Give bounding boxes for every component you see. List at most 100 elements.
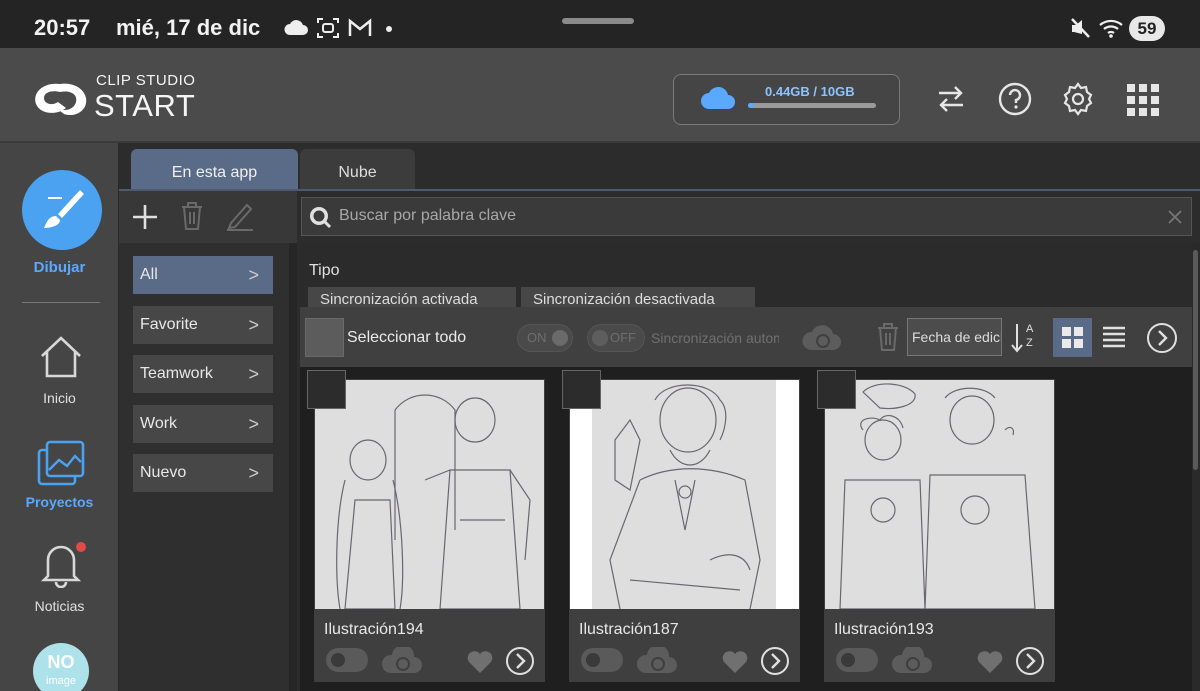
- tab-in-app[interactable]: En esta app: [131, 149, 298, 189]
- storage-usage-text: 0.44GB / 10GB: [765, 84, 855, 99]
- card-select-checkbox[interactable]: [817, 370, 856, 409]
- sort-dropdown[interactable]: Fecha de edición: [907, 318, 1002, 356]
- transfer-icon[interactable]: [935, 83, 967, 115]
- more-arrow-icon[interactable]: [1146, 322, 1178, 354]
- cloud-storage-icon: [701, 86, 735, 109]
- wifi-icon: [1099, 19, 1123, 38]
- avatar-subtext: image: [46, 675, 76, 687]
- card-sync-toggle[interactable]: [326, 648, 368, 672]
- apps-grid-icon[interactable]: [1126, 83, 1160, 117]
- card-sync-toggle[interactable]: [836, 648, 878, 672]
- folder-label: Nuevo: [140, 464, 187, 481]
- artwork-thumbnail[interactable]: [825, 380, 1054, 610]
- folder-label: Work: [140, 415, 178, 432]
- home-icon[interactable]: [38, 334, 84, 380]
- sketch-image: [570, 380, 799, 610]
- clip-studio-logo-icon: [35, 83, 87, 116]
- artwork-card[interactable]: Ilustración187: [569, 379, 800, 682]
- grid-view-icon: [1062, 327, 1083, 348]
- sync-off-toggle[interactable]: OFF: [587, 324, 645, 352]
- sync-on-toggle[interactable]: ON: [517, 324, 573, 352]
- status-date: mié, 17 de dic: [116, 15, 261, 40]
- toolbar-trash-icon[interactable]: [876, 322, 900, 352]
- toggle-knob: [552, 330, 568, 346]
- storage-bar-fill: [748, 103, 754, 108]
- heart-icon[interactable]: [976, 649, 1004, 675]
- filter-heading: Tipo: [309, 262, 340, 279]
- select-all-checkbox[interactable]: [305, 318, 344, 357]
- card-open-arrow-icon[interactable]: [1015, 646, 1045, 676]
- filter-chip-sync-on[interactable]: Sincronización activada: [308, 287, 516, 307]
- folder-favorite[interactable]: Favorite >: [133, 306, 273, 344]
- card-open-arrow-icon[interactable]: [760, 646, 790, 676]
- screenshot-icon: [317, 18, 339, 38]
- select-all-label: Seleccionar todo: [347, 329, 467, 346]
- status-bar: 20:57 mié, 17 de dic 59: [0, 0, 1200, 48]
- nav-draw-label: Dibujar: [33, 259, 86, 276]
- chevron-right-icon: >: [248, 315, 259, 335]
- artwork-title: Ilustración194: [324, 621, 424, 638]
- folder-teamwork[interactable]: Teamwork >: [133, 355, 273, 393]
- rail-divider: [22, 302, 100, 303]
- folder-all[interactable]: All >: [133, 256, 273, 294]
- search-icon: [310, 207, 332, 229]
- settings-gear-icon[interactable]: [1060, 81, 1096, 117]
- sketch-image: [825, 380, 1054, 610]
- scrollbar-thumb[interactable]: [1193, 250, 1198, 470]
- card-select-checkbox[interactable]: [307, 370, 346, 409]
- nav-projects-label: Proyectos: [25, 494, 94, 510]
- chevron-right-icon: >: [248, 265, 259, 285]
- toggle-knob: [592, 330, 608, 346]
- avatar[interactable]: NO image: [33, 643, 89, 691]
- gallery-icon[interactable]: [37, 440, 85, 488]
- trash-icon[interactable]: [180, 201, 204, 231]
- chevron-right-icon: >: [248, 463, 259, 483]
- grid-view-button[interactable]: [1053, 318, 1092, 357]
- artwork-thumbnail[interactable]: [570, 380, 799, 610]
- list-view-icon[interactable]: [1102, 326, 1126, 348]
- nav-news-label: Noticias: [34, 598, 85, 614]
- nav-home-label: Inicio: [43, 390, 76, 406]
- folder-nuevo[interactable]: Nuevo >: [133, 454, 273, 492]
- storage-bar: [748, 103, 876, 108]
- folder-work[interactable]: Work >: [133, 405, 273, 443]
- card-cloud-sync-icon[interactable]: [380, 647, 424, 675]
- mute-icon: [1071, 18, 1090, 38]
- edit-pencil-icon[interactable]: [225, 201, 255, 231]
- toggle-on-label: ON: [527, 330, 547, 345]
- filter-chip-sync-off[interactable]: Sincronización desactivada: [521, 287, 755, 307]
- status-time: 20:57: [34, 15, 91, 40]
- tab-cloud[interactable]: Nube: [300, 149, 415, 189]
- dot-icon: [386, 26, 392, 32]
- card-open-arrow-icon[interactable]: [505, 646, 535, 676]
- card-cloud-sync-icon[interactable]: [635, 647, 679, 675]
- card-cloud-sync-icon[interactable]: [890, 647, 934, 675]
- heart-icon[interactable]: [721, 649, 749, 675]
- sort-az-label: A Z: [1026, 323, 1033, 349]
- cloud-icon: [284, 20, 308, 35]
- nav-draw-button[interactable]: [22, 170, 102, 250]
- help-icon[interactable]: [997, 81, 1033, 117]
- artwork-title: Ilustración187: [579, 621, 679, 638]
- avatar-text: NO: [47, 652, 75, 672]
- folder-label: Favorite: [140, 316, 198, 333]
- auto-sync-label: Sincronización automática: [651, 330, 779, 346]
- artwork-card[interactable]: Ilustración194: [314, 379, 545, 682]
- sketch-image: [315, 380, 544, 610]
- heart-icon[interactable]: [466, 649, 494, 675]
- gmail-icon: [348, 18, 372, 36]
- logo-line2: START: [94, 88, 196, 123]
- chevron-right-icon: >: [248, 414, 259, 434]
- handle-pill: [562, 18, 634, 24]
- folder-label: All: [140, 266, 158, 283]
- card-sync-toggle[interactable]: [581, 648, 623, 672]
- logo-line1: CLIP STUDIO: [96, 72, 196, 89]
- panel-divider[interactable]: [289, 243, 297, 691]
- clear-search-icon[interactable]: [1167, 209, 1183, 225]
- artwork-thumbnail[interactable]: [315, 380, 544, 610]
- cloud-sync-icon[interactable]: [801, 324, 843, 352]
- artwork-card[interactable]: Ilustración193: [824, 379, 1055, 682]
- card-select-checkbox[interactable]: [562, 370, 601, 409]
- search-placeholder: Buscar por palabra clave: [339, 207, 516, 224]
- add-icon[interactable]: [131, 203, 159, 231]
